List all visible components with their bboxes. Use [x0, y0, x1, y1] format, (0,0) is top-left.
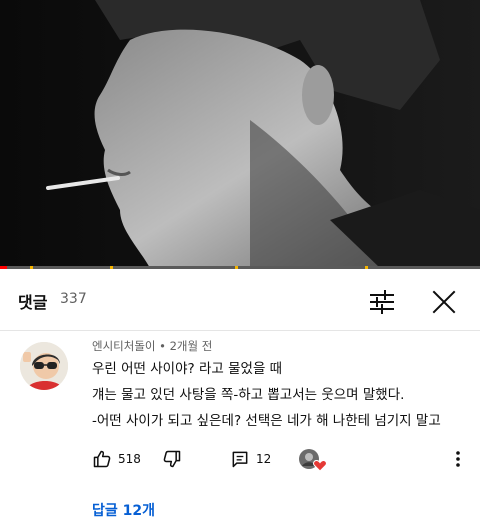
chapter-marker [365, 266, 368, 269]
avatar[interactable] [20, 342, 68, 390]
comment-text-line: -어떤 사이가 되고 싶은데? 선택은 네가 해 나한테 넘기지 말고 [92, 413, 441, 429]
chapter-marker [110, 266, 113, 269]
avatar-image [20, 342, 68, 390]
comment-icon [232, 451, 248, 468]
chapter-marker [30, 266, 33, 269]
creator-heart-icon [299, 449, 327, 472]
video-frame [0, 0, 480, 268]
video-player[interactable] [0, 0, 480, 268]
comment-author[interactable]: 엔시티처돌이 [92, 339, 155, 353]
chapter-marker [235, 266, 238, 269]
close-icon [432, 290, 456, 314]
like-button[interactable]: 518 [92, 449, 141, 469]
comments-count: 337 [60, 291, 87, 307]
creator-heart [298, 447, 328, 473]
meta-separator: • [159, 339, 166, 353]
reply-count: 12 [256, 452, 272, 466]
reply-button[interactable]: 12 [230, 449, 271, 469]
like-count: 518 [118, 452, 141, 466]
header-divider [0, 330, 480, 331]
comment-time: 2개월 전 [169, 339, 213, 353]
comment-text-line: 우린 어떤 사이야? 라고 물었을 때 [92, 361, 283, 377]
comment-text-line: 걔는 물고 있던 사탕을 쪽-하고 뽑고서는 웃으며 말했다. [92, 387, 405, 403]
close-button[interactable] [428, 286, 460, 318]
more-button[interactable] [450, 449, 466, 469]
comment-actions: 518 12 [0, 446, 480, 474]
comment-meta: 엔시티처돌이 • 2개월 전 [92, 338, 212, 354]
sliders-icon [370, 290, 394, 314]
comments-header: 댓글 337 [0, 272, 480, 328]
comments-title: 댓글 [18, 293, 48, 312]
thumbs-up-icon [93, 450, 111, 468]
sort-button[interactable] [366, 286, 398, 318]
thumbs-down-icon [163, 450, 181, 468]
chapter-markers [0, 266, 480, 269]
dislike-button[interactable] [162, 449, 182, 469]
more-vertical-icon [456, 451, 460, 467]
view-replies-link[interactable]: 답글 12개 [92, 500, 155, 520]
